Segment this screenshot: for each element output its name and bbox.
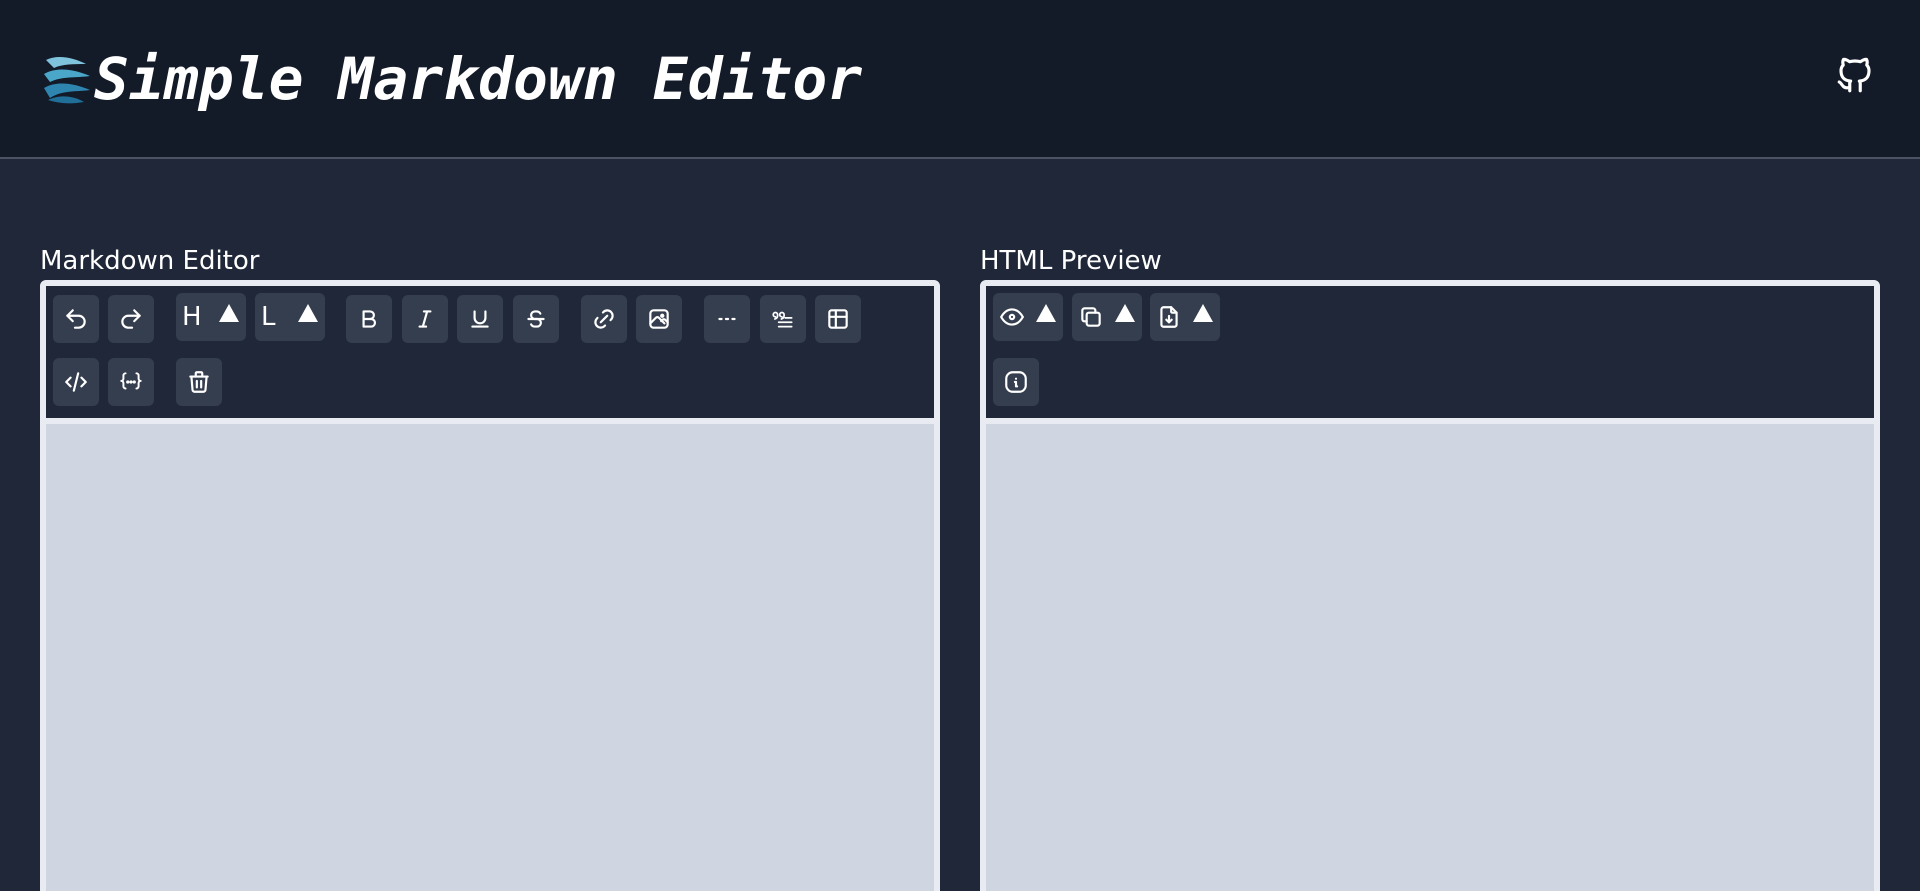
copy-dropdown-button[interactable] (1072, 293, 1142, 341)
triangle-up-icon (1193, 304, 1213, 322)
code-block-button[interactable] (108, 358, 154, 406)
swirl-logo-icon (44, 57, 90, 104)
blockquote-button[interactable] (760, 295, 806, 343)
triangle-up-icon (219, 304, 239, 322)
image-button[interactable] (636, 295, 682, 343)
eye-icon (1000, 308, 1024, 326)
trash-icon (189, 371, 209, 393)
copy-icon (1081, 307, 1101, 327)
code-block-icon (120, 372, 142, 390)
html-preview-area (986, 424, 1874, 891)
heading-dropdown-button[interactable]: H (176, 293, 246, 341)
link-icon (594, 309, 614, 329)
undo-icon (66, 309, 86, 329)
bold-button[interactable] (346, 295, 392, 343)
strikethrough-icon (527, 310, 545, 328)
preview-toolbar (986, 286, 1874, 418)
redo-button[interactable] (108, 295, 154, 343)
table-icon (828, 309, 848, 329)
code-button[interactable] (53, 358, 99, 406)
underline-icon (471, 310, 489, 328)
editor-label: Markdown Editor (40, 246, 260, 276)
file-download-icon (1160, 306, 1178, 328)
editor-toolbar: H L (46, 286, 934, 418)
app-header: Simple Markdown Editor (0, 0, 1920, 159)
horizontal-rule-button[interactable] (704, 295, 750, 343)
html-preview-panel (980, 280, 1880, 891)
horizontal-rule-icon (718, 317, 736, 321)
preview-mode-dropdown-button[interactable] (993, 293, 1063, 341)
triangle-up-icon (1036, 304, 1056, 322)
markdown-editor-panel: H L (40, 280, 940, 891)
app-title: Simple Markdown Editor (94, 45, 863, 113)
triangle-up-icon (1115, 304, 1135, 322)
quote-icon (772, 311, 793, 328)
strikethrough-button[interactable] (513, 295, 559, 343)
markdown-input[interactable] (46, 424, 934, 891)
redo-icon (121, 309, 141, 329)
undo-button[interactable] (53, 295, 99, 343)
link-button[interactable] (581, 295, 627, 343)
preview-label: HTML Preview (980, 246, 1162, 276)
info-button[interactable] (993, 358, 1039, 406)
italic-icon (418, 310, 432, 328)
image-icon (649, 309, 669, 329)
bold-icon (362, 310, 377, 328)
triangle-up-icon (298, 304, 318, 322)
download-dropdown-button[interactable] (1150, 293, 1220, 341)
code-icon (65, 372, 87, 392)
list-letter: L (261, 302, 276, 332)
github-icon[interactable] (1834, 54, 1876, 96)
info-icon (1005, 371, 1027, 393)
table-button[interactable] (815, 295, 861, 343)
heading-letter: H (182, 302, 202, 332)
clear-button[interactable] (176, 358, 222, 406)
list-dropdown-button[interactable]: L (255, 293, 325, 341)
underline-button[interactable] (457, 295, 503, 343)
italic-button[interactable] (402, 295, 448, 343)
